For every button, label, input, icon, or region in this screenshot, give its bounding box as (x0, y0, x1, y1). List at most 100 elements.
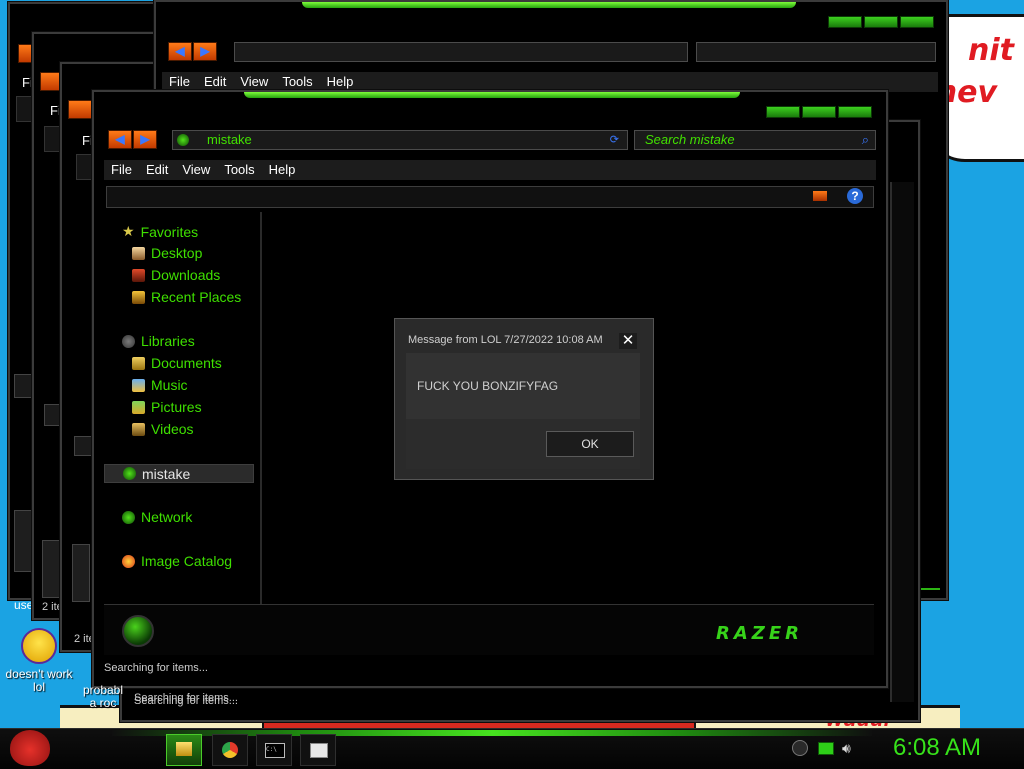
dialog-footer: OK (406, 419, 640, 469)
search-box[interactable] (696, 42, 936, 62)
downloads-icon (132, 268, 145, 282)
razer-logo: RAZER (716, 623, 803, 644)
close-button[interactable] (838, 106, 872, 118)
message-dialog: Message from LOL 7/27/2022 10:08 AM ✕ FU… (394, 318, 654, 480)
nav-pictures[interactable]: Pictures (132, 399, 202, 415)
nav-buttons[interactable]: ◀ ▶ (108, 130, 157, 149)
desktop-icon-label: doesn't work lol (5, 667, 73, 694)
details-pane: RAZER (104, 604, 874, 655)
help-icon[interactable]: ? (847, 188, 863, 204)
libraries-icon (122, 334, 135, 348)
desktop-icon-probably[interactable]: probabl a roc (80, 684, 126, 710)
nav-music[interactable]: Music (132, 377, 188, 393)
address-bar[interactable] (234, 42, 688, 62)
pictures-icon (132, 400, 145, 414)
taskbar-window-button[interactable] (300, 734, 336, 766)
menu-file[interactable]: File (162, 72, 197, 92)
menu-help[interactable]: Help (262, 160, 303, 180)
image-catalog-icon (122, 554, 135, 568)
taskbar-explorer-button[interactable] (166, 734, 202, 766)
nav-buttons[interactable] (68, 100, 92, 119)
menu-bar: File Edit View Tools Help (104, 160, 876, 180)
network-icon (122, 510, 135, 524)
nav-downloads[interactable]: Downloads (132, 267, 220, 283)
yahoo-messenger-icon (21, 628, 57, 664)
bubble-text-1: nit (968, 33, 1014, 68)
network-tray-icon[interactable] (818, 742, 834, 755)
taskbar-cmd-button[interactable]: C:\ (256, 734, 292, 766)
status-text-back: Searching for items... (134, 692, 238, 704)
address-bar[interactable]: mistake ⟳ (172, 130, 628, 150)
window-icon (310, 743, 328, 758)
back-icon[interactable]: ◀ (168, 42, 192, 61)
nav-current-folder[interactable]: mistake (104, 464, 254, 483)
recent-places-icon (132, 290, 145, 304)
minimize-button[interactable] (828, 16, 862, 28)
folder-orb-icon (122, 615, 154, 647)
menu-bar: File Edit View Tools Help (162, 72, 938, 92)
nav-recent-places[interactable]: Recent Places (132, 289, 241, 305)
search-icon[interactable]: ⌕ (862, 131, 869, 149)
nav-image-catalog[interactable]: Image Catalog (122, 553, 232, 569)
nav-libraries[interactable]: Libraries (122, 333, 195, 349)
menu-edit[interactable]: Edit (139, 160, 175, 180)
volume-icon[interactable]: 🔊︎ (842, 740, 851, 757)
angry-bird-icon[interactable] (10, 730, 50, 766)
dialog-title: Message from LOL 7/27/2022 10:08 AM (408, 334, 603, 346)
folder-orb-icon (177, 134, 189, 146)
status-text: Searching for items... (104, 662, 208, 674)
title-glow (244, 92, 740, 98)
desktop-icon-yahoo[interactable]: doesn't work lol (2, 628, 76, 694)
nav-videos[interactable]: Videos (132, 421, 194, 437)
videos-icon (132, 422, 145, 436)
side-panel (14, 510, 32, 572)
folder-orb-icon (123, 467, 136, 480)
tray-expand-icon[interactable] (792, 740, 808, 756)
menu-view[interactable]: View (175, 160, 217, 180)
close-button[interactable] (900, 16, 934, 28)
dialog-message: FUCK YOU BONZIFYFAG (417, 379, 559, 393)
menu-tools[interactable]: Tools (275, 72, 319, 92)
nav-desktop[interactable]: Desktop (132, 245, 202, 261)
menu-file[interactable]: File (104, 160, 139, 180)
nav-buttons[interactable]: ◀ ▶ (168, 42, 217, 61)
search-placeholder: Search mistake (645, 132, 735, 147)
taskbar-clock[interactable]: 6:08 AM (872, 734, 1002, 762)
taskbar-chrome-button[interactable] (212, 734, 248, 766)
back-icon[interactable]: ◀ (108, 130, 132, 149)
menu-view[interactable]: View (233, 72, 275, 92)
nav-network[interactable]: Network (122, 509, 192, 525)
star-icon: ★ (122, 223, 135, 239)
maximize-button[interactable] (802, 106, 836, 118)
peek-user-text: use (14, 598, 34, 612)
back-icon[interactable] (68, 100, 92, 119)
desktop-icon-label: probabl a roc (82, 684, 124, 710)
dialog-body: FUCK YOU BONZIFYFAG (406, 353, 640, 420)
desktop-icon (132, 246, 145, 260)
window-controls[interactable] (828, 16, 934, 28)
documents-icon (132, 356, 145, 370)
title-glow (302, 2, 796, 8)
address-text: mistake (207, 132, 252, 147)
command-prompt-icon: C:\ (265, 743, 285, 758)
menu-edit[interactable]: Edit (197, 72, 233, 92)
preview-pane-icon[interactable] (813, 191, 827, 201)
search-box[interactable]: Search mistake ⌕ (634, 130, 876, 150)
chrome-icon (222, 742, 238, 758)
refresh-icon[interactable]: ⟳ (610, 131, 619, 149)
ok-button[interactable]: OK (546, 431, 634, 457)
side-panel (42, 540, 60, 598)
forward-icon[interactable]: ▶ (133, 130, 157, 149)
forward-icon[interactable]: ▶ (193, 42, 217, 61)
minimize-button[interactable] (766, 106, 800, 118)
nav-documents[interactable]: Documents (132, 355, 222, 371)
nav-favorites[interactable]: ★ Favorites (122, 223, 198, 240)
music-icon (132, 378, 145, 392)
close-icon[interactable]: ✕ (619, 333, 637, 349)
menu-tools[interactable]: Tools (217, 160, 261, 180)
window-controls[interactable] (766, 106, 872, 118)
right-pane (890, 182, 914, 702)
maximize-button[interactable] (864, 16, 898, 28)
menu-help[interactable]: Help (320, 72, 361, 92)
command-toolbar: ? (106, 186, 874, 208)
